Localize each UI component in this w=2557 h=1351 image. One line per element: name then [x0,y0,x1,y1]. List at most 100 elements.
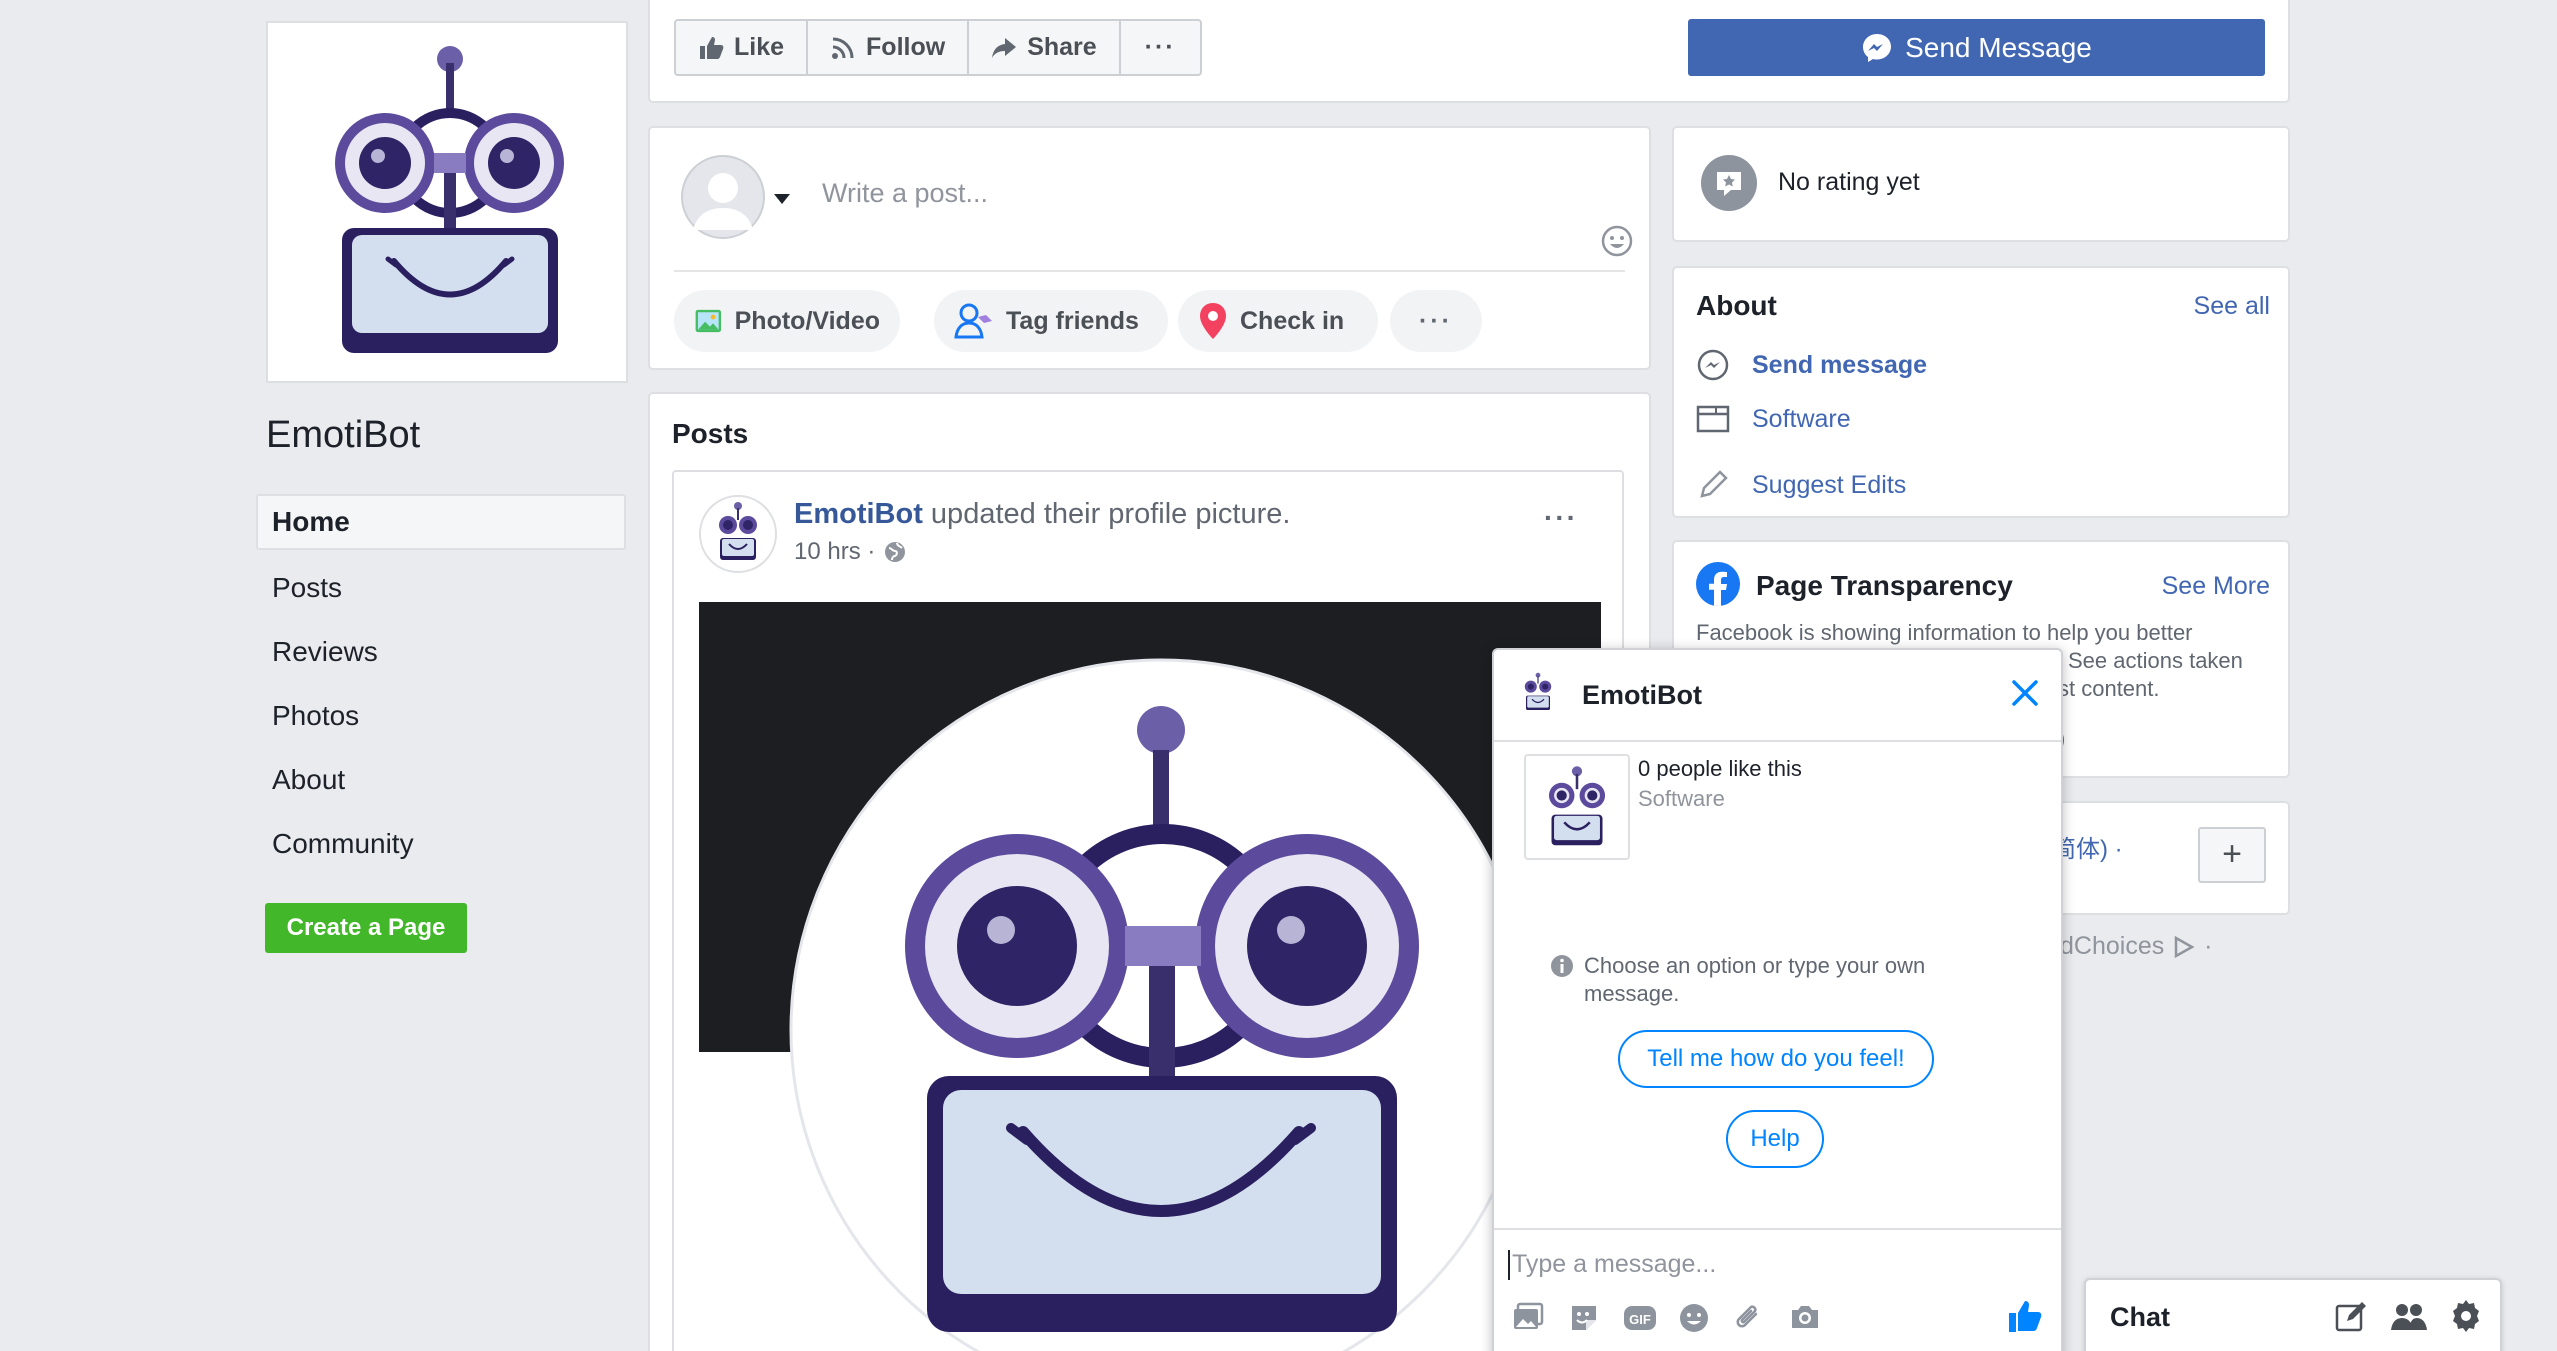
like-button[interactable]: Like [676,21,809,74]
suggest-edits-link: Suggest Edits [1752,470,1907,499]
quick-reply-help[interactable]: Help [1726,1110,1824,1168]
nav-item-home[interactable]: Home [256,494,626,550]
messenger-chat-window: EmotiBot 0 people like this Software Cho… [1492,648,2063,1351]
follow-button[interactable]: Follow [808,21,970,74]
chat-page-category: Software [1638,786,1725,811]
post-author-link[interactable]: EmotiBot [794,498,923,530]
quick-reply-feel[interactable]: Tell me how do you feel! [1618,1030,1934,1088]
about-card: About See all Send message Software Sugg… [1672,266,2290,518]
nav-item-posts[interactable]: Posts [256,560,626,616]
globe-icon [885,542,906,562]
emoji-picker-icon[interactable] [1678,1302,1710,1334]
transparency-heading: Page Transparency [1756,570,2013,601]
send-message-button[interactable]: Send Message [1688,19,2265,76]
caret-down-icon[interactable] [772,192,792,206]
post-time-label: 10 hrs · [794,538,876,565]
chat-bar[interactable]: Chat [2084,1278,2502,1351]
create-page-button[interactable]: Create a Page [265,903,467,953]
chat-header[interactable]: EmotiBot [1494,650,2061,742]
tag-friends-label: Tag friends [1006,306,1139,335]
info-icon [1551,955,1573,977]
robot-logo-icon [335,46,564,353]
emoji-icon[interactable] [1600,224,1634,258]
share-arrow-icon [992,37,1017,58]
about-category-row[interactable]: Software [1696,404,1851,434]
image-attach-icon[interactable] [1512,1302,1544,1332]
new-message-icon[interactable] [2334,1300,2368,1334]
close-icon[interactable] [2010,678,2040,708]
post-headline: EmotiBot updated their profile picture. [794,498,1290,531]
nav-item-about[interactable]: About [256,752,626,808]
browser-window-icon [1696,405,1730,433]
write-post-input[interactable]: Write a post... [822,178,988,209]
map-pin-icon [1200,303,1226,339]
page-profile-picture[interactable] [266,21,628,383]
about-send-message-link: Send message [1752,350,1928,379]
messenger-outline-icon [1697,349,1729,381]
messenger-icon [1863,33,1892,62]
thumbs-up-send-icon[interactable] [2006,1298,2042,1334]
paperclip-icon[interactable] [1732,1302,1764,1334]
text-cursor [1508,1250,1510,1280]
post-profile-photo[interactable] [699,602,1601,1351]
new-group-icon[interactable] [2390,1300,2428,1334]
transparency-line-3: st content. [2058,676,2160,701]
chat-input-divider [1494,1228,2061,1230]
camera-icon[interactable] [1788,1302,1822,1332]
nav-item-photos[interactable]: Photos [256,688,626,744]
like-label: Like [734,33,785,61]
photo-video-button[interactable]: Photo/Video [674,290,900,352]
page-action-bar: Like Follow Share ··· Send Message [648,0,2290,103]
adchoices-label: dChoices [2060,932,2165,960]
page-title: EmotiBot [266,414,421,456]
about-suggest-edits-row[interactable]: Suggest Edits [1696,468,1906,502]
adchoices-icon [2174,936,2195,959]
sticker-icon[interactable] [1568,1302,1600,1334]
post-timestamp[interactable]: 10 hrs · [794,538,907,566]
photo-video-label: Photo/Video [734,306,880,335]
photo-icon [695,309,722,333]
pencil-icon [1700,470,1728,498]
adchoices-link[interactable]: dChoices · [2060,932,2212,961]
posts-heading: Posts [672,418,749,449]
robot-avatar-large-icon [789,658,1533,1351]
chat-likes-count: 0 people like this [1638,756,1802,781]
gif-icon[interactable]: GIF [1622,1302,1658,1334]
nav-item-community[interactable]: Community [256,816,626,872]
post-composer: Write a post... Photo/Video Tag friends … [648,126,1651,370]
transparency-line-1: Facebook is showing information to help … [1696,620,2193,645]
thumbs-up-icon [700,36,724,59]
composer-more-button[interactable]: ··· [1390,290,1482,352]
settings-gear-icon[interactable] [2448,1298,2484,1334]
avatar[interactable] [680,154,766,240]
composer-divider [674,270,1625,272]
chat-page-thumbnail[interactable] [1524,754,1630,860]
robot-thumbnail-icon [1548,766,1606,846]
chat-bar-label: Chat [2110,1302,2170,1332]
post-card: EmotiBot updated their profile picture. … [672,470,1624,1351]
about-heading: About [1696,290,1777,321]
chat-title: EmotiBot [1582,680,1702,710]
about-send-message-row[interactable]: Send message [1696,348,1927,382]
see-more-link[interactable]: See More [2162,572,2270,601]
chat-avatar [1524,672,1552,710]
share-button[interactable]: Share [969,21,1121,74]
transparency-line-2: See actions taken [2068,648,2243,673]
facebook-logo-icon [1696,562,1740,606]
svg-text:GIF: GIF [1629,1312,1651,1327]
see-all-link[interactable]: See all [2194,292,2270,321]
chat-message-input[interactable]: Type a message... [1512,1250,1716,1279]
page-action-buttons: Like Follow Share ··· [674,19,1202,76]
nav-item-reviews[interactable]: Reviews [256,624,626,680]
post-options-button[interactable]: ··· [1544,502,1578,534]
check-in-button[interactable]: Check in [1178,290,1378,352]
add-language-button[interactable]: + [2198,827,2266,883]
post-author-avatar[interactable] [698,494,778,574]
review-bubble-icon [1701,155,1757,211]
send-message-label: Send Message [1905,31,2092,63]
tag-friends-icon [954,303,992,339]
check-in-label: Check in [1240,306,1345,335]
share-label: Share [1027,33,1097,61]
more-actions-button[interactable]: ··· [1121,21,1200,74]
tag-friends-button[interactable]: Tag friends [934,290,1168,352]
